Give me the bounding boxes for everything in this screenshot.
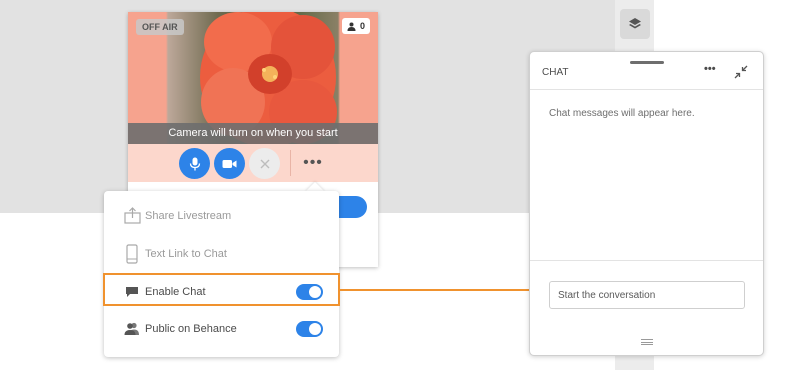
menu-item-label: Public on Behance	[145, 322, 237, 335]
controls-divider	[290, 150, 291, 176]
chat-panel: CHAT ••• Chat messages will appear here.	[529, 51, 764, 356]
callout-highlight	[103, 273, 340, 306]
menu-item-share-livestream[interactable]: Share Livestream	[104, 199, 339, 232]
camera-preview: OFF AIR 0 Camera will turn on when you s…	[128, 12, 378, 144]
person-icon	[347, 22, 356, 31]
viewer-count-badge: 0	[341, 18, 370, 34]
resize-handle[interactable]	[641, 339, 653, 345]
video-camera-icon	[222, 159, 237, 168]
public-on-behance-toggle[interactable]	[296, 320, 323, 337]
menu-item-public-on-behance[interactable]: Public on Behance	[104, 312, 339, 345]
close-icon	[260, 159, 269, 168]
layers-button[interactable]	[620, 9, 650, 39]
phone-icon	[123, 243, 141, 264]
off-air-badge: OFF AIR	[136, 19, 184, 35]
chat-more-button[interactable]: •••	[704, 63, 716, 75]
chat-title: CHAT	[542, 67, 569, 78]
end-button[interactable]	[249, 148, 280, 179]
chat-header-divider	[530, 89, 763, 90]
viewer-count: 0	[359, 21, 365, 31]
layers-icon	[629, 18, 641, 29]
camera-caption: Camera will turn on when you start	[128, 123, 378, 144]
camera-controls: •••	[128, 144, 378, 182]
chat-message-input[interactable]	[549, 281, 745, 309]
more-options-button[interactable]: •••	[300, 153, 326, 173]
microphone-icon	[189, 157, 200, 170]
video-camera-button[interactable]	[214, 148, 245, 179]
chat-footer-divider	[530, 260, 763, 261]
panel-drag-handle[interactable]	[630, 61, 664, 64]
menu-item-label: Text Link to Chat	[145, 247, 227, 260]
share-icon	[123, 206, 141, 226]
menu-item-text-link[interactable]: Text Link to Chat	[104, 237, 339, 270]
people-icon	[123, 319, 141, 339]
menu-item-label: Share Livestream	[145, 209, 232, 222]
microphone-button[interactable]	[179, 148, 210, 179]
collapse-icon[interactable]	[733, 64, 749, 80]
chat-empty-message: Chat messages will appear here.	[549, 108, 695, 119]
callout-connector	[340, 289, 530, 291]
